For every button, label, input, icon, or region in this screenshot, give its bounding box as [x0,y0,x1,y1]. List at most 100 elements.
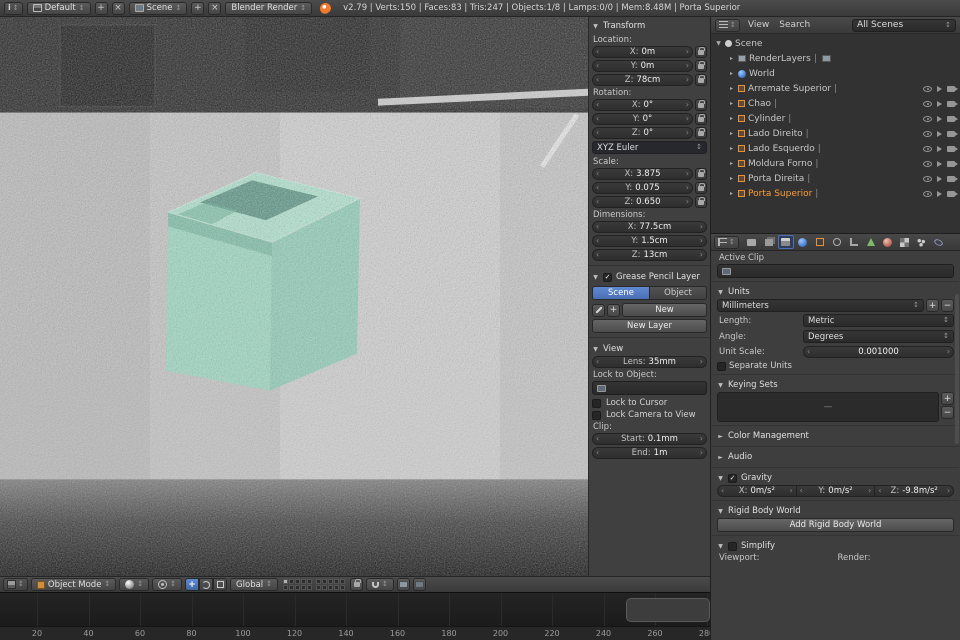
layer-cell[interactable] [295,579,300,584]
panel-expand-icon[interactable]: ▼ [592,23,599,30]
mode-selector[interactable]: Object Mode ↕ [31,578,116,591]
increment-icon[interactable]: › [686,129,689,137]
outliner-item-lado-esquerdo[interactable]: ▸Lado Esquerdo| [711,141,960,156]
panel-expand-icon[interactable]: ▼ [717,382,724,389]
selectable-cursor-icon[interactable] [937,131,942,137]
outliner-display-filter[interactable]: All Scenes ↕ [852,19,956,32]
panel-expand-icon[interactable]: ▼ [717,508,724,515]
gp-source-scene-tab[interactable]: Scene [592,286,650,300]
lock-to-cursor-row[interactable]: Lock to Cursor [592,398,707,408]
increment-icon[interactable]: › [686,170,689,178]
expand-icon[interactable]: ▸ [728,70,735,77]
selectable-cursor-icon[interactable] [937,101,942,107]
remove-keying-set-button[interactable]: − [941,406,954,419]
layer-cell[interactable] [301,585,306,590]
lock-location-z-button[interactable] [695,74,707,86]
decrement-icon[interactable]: ‹ [721,487,724,495]
tab-object[interactable] [812,235,828,249]
increment-icon[interactable]: › [700,237,703,245]
tab-scene[interactable] [778,235,794,249]
delete-layout-button[interactable]: × [112,2,125,15]
expand-icon[interactable]: ▸ [728,160,735,167]
outliner-item-chao[interactable]: ▸Chao| [711,96,960,111]
layer-cell[interactable] [322,579,327,584]
opengl-render-anim-button[interactable] [413,578,426,591]
decrement-icon[interactable]: ‹ [596,129,599,137]
increment-icon[interactable]: › [686,198,689,206]
lock-to-object-field[interactable] [592,381,707,395]
tab-particles[interactable] [914,235,930,249]
visibility-eye-icon[interactable] [923,191,932,197]
lock-scale-z-button[interactable] [695,196,707,208]
outliner-view-menu[interactable]: View [746,20,771,30]
location-z-field[interactable]: ‹ Z:78cm › [592,74,693,86]
increment-icon[interactable]: › [686,115,689,123]
timeline-ruler[interactable]: 20406080100120140160180200220240260280 [0,626,710,640]
renderability-camera-icon[interactable] [947,176,955,182]
increment-icon[interactable]: › [686,48,689,56]
outliner-item-arremate-superior[interactable]: ▸Arremate Superior| [711,81,960,96]
increment-icon[interactable]: › [700,435,703,443]
renderability-camera-icon[interactable] [947,131,955,137]
outliner-item-label[interactable]: Porta Superior [748,189,812,199]
outliner-editor-selector[interactable]: ↕ [715,19,740,32]
increment-icon[interactable]: › [700,358,703,366]
location-x-field[interactable]: ‹ X:0m › [592,46,693,58]
clip-end-field[interactable]: ‹ End:1m › [592,447,707,459]
outliner-item-lado-direito[interactable]: ▸Lado Direito| [711,126,960,141]
lock-camera-checkbox[interactable] [592,411,601,420]
layer-cell[interactable] [283,585,288,590]
add-layout-button[interactable]: + [95,2,108,15]
viewport[interactable] [0,17,588,576]
snap-selector[interactable]: ↕ [366,578,394,591]
increment-icon[interactable]: › [700,251,703,259]
layer-cell[interactable] [334,579,339,584]
visibility-eye-icon[interactable] [923,131,932,137]
location-y-field[interactable]: ‹ Y:0m › [592,60,693,72]
rotation-y-field[interactable]: ‹ Y:0° › [592,113,693,125]
layer-cell[interactable] [316,585,321,590]
visibility-eye-icon[interactable] [923,146,932,152]
layer-cell[interactable] [289,585,294,590]
decrement-icon[interactable]: ‹ [596,237,599,245]
selectable-cursor-icon[interactable] [937,161,942,167]
view-panel-header[interactable]: ▼ View [592,342,707,356]
expand-icon[interactable]: ▸ [728,130,735,137]
new-layer-button[interactable]: New Layer [592,319,707,333]
increment-icon[interactable]: › [868,487,871,495]
rotation-x-field[interactable]: ‹ X:0° › [592,99,693,111]
scale-z-field[interactable]: ‹ Z:0.650 › [592,196,693,208]
gp-new-button[interactable]: New [622,303,707,317]
lock-camera-row[interactable]: Lock Camera to View [592,410,707,420]
separate-units-row[interactable]: Separate Units [717,361,954,371]
outliner-item-label[interactable]: RenderLayers [749,54,811,64]
panel-expand-icon[interactable]: ► [717,454,724,461]
keying-sets-panel-header[interactable]: ▼ Keying Sets [717,378,954,392]
outliner-item-label[interactable]: Moldura Forno [748,159,812,169]
increment-icon[interactable]: › [700,223,703,231]
expand-icon[interactable]: ▸ [728,115,735,122]
panel-expand-icon[interactable]: ▼ [592,346,599,353]
panel-expand-icon[interactable]: ► [717,433,724,440]
outliner-item-label[interactable]: World [749,69,775,79]
clip-start-field[interactable]: ‹ Start:0.1mm › [592,433,707,445]
decrement-icon[interactable]: ‹ [596,115,599,123]
tab-object-data[interactable] [863,235,879,249]
scale-manipulator-button[interactable] [213,578,227,591]
color-management-panel-header[interactable]: ► Color Management [717,429,954,443]
outliner-tree[interactable]: ▼Scene▸RenderLayers|▸World▸Arremate Supe… [711,34,960,233]
screen-layout-selector[interactable]: Default ↕ [27,2,91,15]
renderability-camera-icon[interactable] [947,116,955,122]
lock-scale-x-button[interactable] [695,168,707,180]
outliner-item-label[interactable]: Scene [735,39,762,49]
tab-texture[interactable] [897,235,913,249]
outliner-item-porta-superior[interactable]: ▸Porta Superior| [711,186,960,201]
visibility-eye-icon[interactable] [923,176,932,182]
dimensions-z-field[interactable]: ‹ Z:13cm › [592,249,707,261]
unit-preset-add-button[interactable]: + [926,299,939,312]
tab-render-layers[interactable] [761,235,777,249]
panel-expand-icon[interactable]: ▼ [592,274,599,281]
view3d-editor-selector[interactable]: ↕ [3,578,28,591]
lock-rotation-x-button[interactable] [695,99,707,111]
outliner-item-label[interactable]: Arremate Superior [748,84,831,94]
